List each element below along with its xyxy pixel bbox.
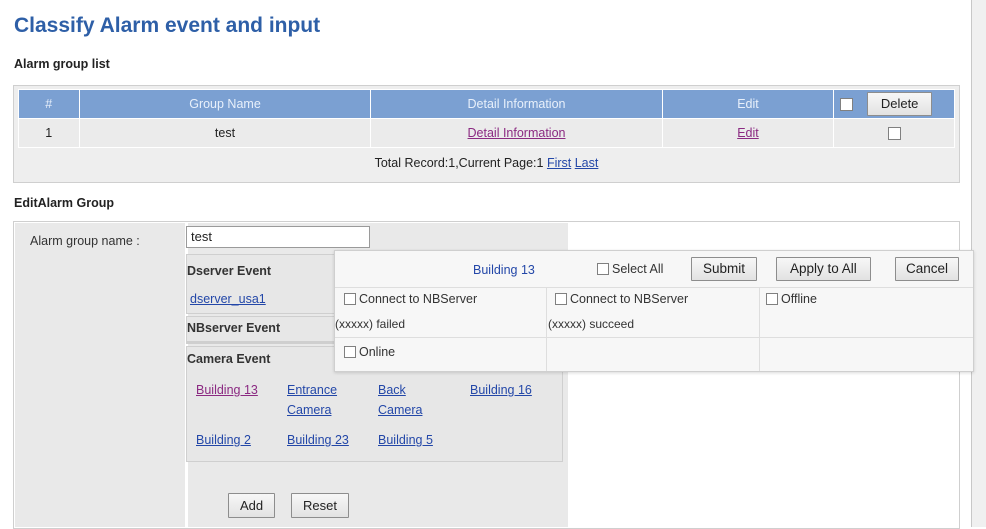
option-offline[interactable]: Offline xyxy=(766,292,817,306)
row-index: 1 xyxy=(18,118,80,148)
connect-failed-checkbox[interactable] xyxy=(344,292,356,305)
detail-information-link[interactable]: Detail Information xyxy=(468,126,566,140)
row-group-name: test xyxy=(78,118,372,148)
camera-entrance-link[interactable]: Entrance xyxy=(287,383,337,397)
popup-divider xyxy=(335,337,973,338)
table-header-row: # Group Name Detail Information Edit Del… xyxy=(18,89,955,119)
column-header-index: # xyxy=(18,89,80,119)
edit-left-column xyxy=(15,223,185,527)
table-row: 1 test Detail Information Edit xyxy=(18,118,955,148)
popup-divider xyxy=(335,287,973,288)
apply-to-all-button[interactable]: Apply to All xyxy=(776,257,871,281)
offline-label: Offline xyxy=(781,292,817,306)
column-header-delete: Delete xyxy=(833,89,955,119)
alarm-group-list-heading: Alarm group list xyxy=(14,57,110,71)
camera-building-5-link[interactable]: Building 5 xyxy=(378,433,433,447)
cancel-button[interactable]: Cancel xyxy=(895,257,960,281)
alarm-group-name-label: Alarm group name : xyxy=(30,234,140,248)
alarm-group-table: # Group Name Detail Information Edit Del… xyxy=(18,89,955,148)
connect-failed-label-line2: (xxxxx) failed xyxy=(335,317,406,331)
popup-divider xyxy=(546,287,547,371)
select-all-checkbox[interactable] xyxy=(840,98,854,112)
option-connect-succeed[interactable]: Connect to NBServer xyxy=(555,292,688,306)
dserver-usa1-link[interactable]: dserver_usa1 xyxy=(190,292,266,306)
delete-button[interactable]: Delete xyxy=(866,92,933,116)
select-all-label: Select All xyxy=(612,262,664,276)
popup-title: Building 13 xyxy=(473,263,535,277)
camera-building-2-link[interactable]: Building 2 xyxy=(196,433,251,447)
column-header-edit: Edit xyxy=(661,89,835,119)
offline-checkbox[interactable] xyxy=(766,292,778,305)
online-label: Online xyxy=(359,345,396,359)
last-page-link[interactable]: Last xyxy=(575,156,599,170)
popup-divider xyxy=(759,287,760,371)
alarm-group-list: # Group Name Detail Information Edit Del… xyxy=(13,85,960,183)
column-header-detail: Detail Information xyxy=(370,89,663,119)
submit-button[interactable]: Submit xyxy=(691,257,758,281)
pagination-footer: Total Record:1,Current Page:1 First Last xyxy=(18,150,955,176)
connect-succeed-label-line2: (xxxxx) succeed xyxy=(548,317,635,331)
page-title: Classify Alarm event and input xyxy=(14,14,321,37)
edit-link[interactable]: Edit xyxy=(737,126,759,140)
connect-succeed-checkbox[interactable] xyxy=(555,292,567,305)
reset-button[interactable]: Reset xyxy=(291,493,349,518)
camera-building-23-link[interactable]: Building 23 xyxy=(287,433,349,447)
online-checkbox[interactable] xyxy=(344,345,356,358)
select-all-checkbox[interactable] xyxy=(597,262,609,275)
nbserver-event-heading: NBserver Event xyxy=(187,321,281,335)
alarm-group-name-input[interactable]: test xyxy=(186,226,370,248)
camera-back-link[interactable]: Back xyxy=(378,383,406,397)
select-all-option[interactable]: Select All xyxy=(597,262,663,276)
dserver-event-heading: Dserver Event xyxy=(187,264,272,278)
right-scroll-strip xyxy=(972,0,986,527)
camera-back-link-line2[interactable]: Camera xyxy=(378,403,422,417)
row-edit-cell: Edit xyxy=(661,118,835,148)
edit-alarm-group-heading: EditAlarm Group xyxy=(14,196,115,210)
connect-failed-label: Connect to NBServer xyxy=(359,292,478,306)
camera-building-16-link[interactable]: Building 16 xyxy=(470,383,532,397)
option-online[interactable]: Online xyxy=(344,345,395,359)
row-detail-cell: Detail Information xyxy=(370,118,663,148)
camera-entrance-link-line2[interactable]: Camera xyxy=(287,403,331,417)
camera-building-13-link[interactable]: Building 13 xyxy=(196,383,258,397)
option-connect-failed[interactable]: Connect to NBServer xyxy=(344,292,477,306)
camera-event-heading: Camera Event xyxy=(187,352,271,366)
row-delete-checkbox[interactable] xyxy=(887,127,901,141)
column-header-group-name: Group Name xyxy=(78,89,372,119)
connect-succeed-label: Connect to NBServer xyxy=(570,292,689,306)
camera-event-popup: Building 13 Select All Submit Apply to A… xyxy=(334,250,974,372)
row-delete-cell xyxy=(833,118,955,148)
add-button[interactable]: Add xyxy=(228,493,276,518)
first-page-link[interactable]: First xyxy=(547,156,571,170)
total-record-text: Total Record:1,Current Page:1 xyxy=(374,156,544,170)
